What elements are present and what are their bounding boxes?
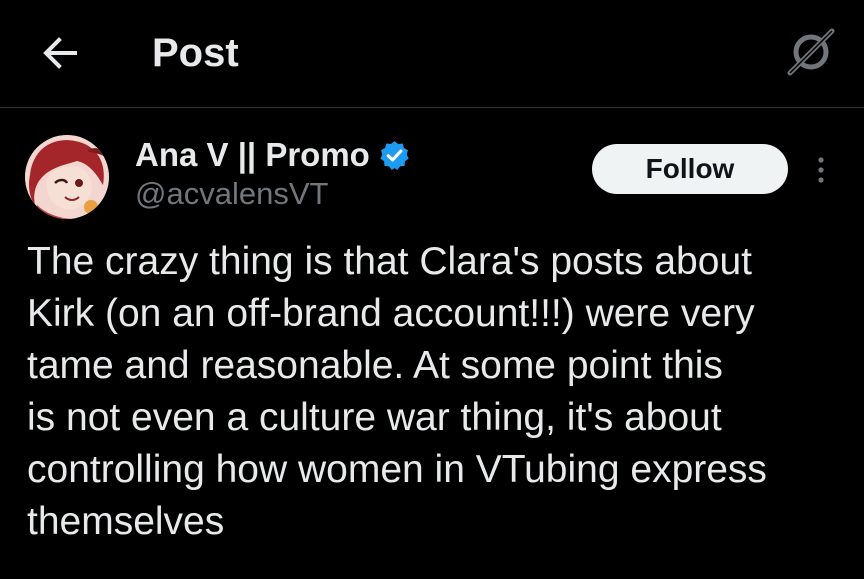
grok-button[interactable] [785,26,837,78]
post-text-line: controlling how women in VTubing express [27,448,767,491]
post-text-line: themselves [27,500,225,543]
post-text-line: Kirk (on an off-brand account!!!) were v… [27,292,755,335]
more-options-button[interactable] [806,150,836,190]
verified-icon [380,140,409,170]
grok-icon [787,28,835,76]
post-text-line: The crazy thing is that Clara's posts ab… [27,240,752,283]
back-button[interactable] [36,30,82,76]
more-vertical-icon [818,157,824,183]
post-text-line: is not even a culture war thing, it's ab… [27,396,722,439]
post-text: The crazy thing is that Clara's posts ab… [27,236,837,548]
page-title: Post [152,31,239,75]
avatar[interactable] [25,135,109,219]
follow-button[interactable]: Follow [592,144,788,194]
display-name[interactable]: Ana V || Promo [135,135,370,175]
verified-badge[interactable] [378,139,411,172]
post-text-line: tame and reasonable. At some point this [27,344,723,387]
display-name-row: Ana V || Promo [135,134,411,176]
top-bar: Post [0,0,864,108]
arrow-left-icon [43,37,77,69]
handle[interactable]: @acvalensVT [135,175,328,213]
